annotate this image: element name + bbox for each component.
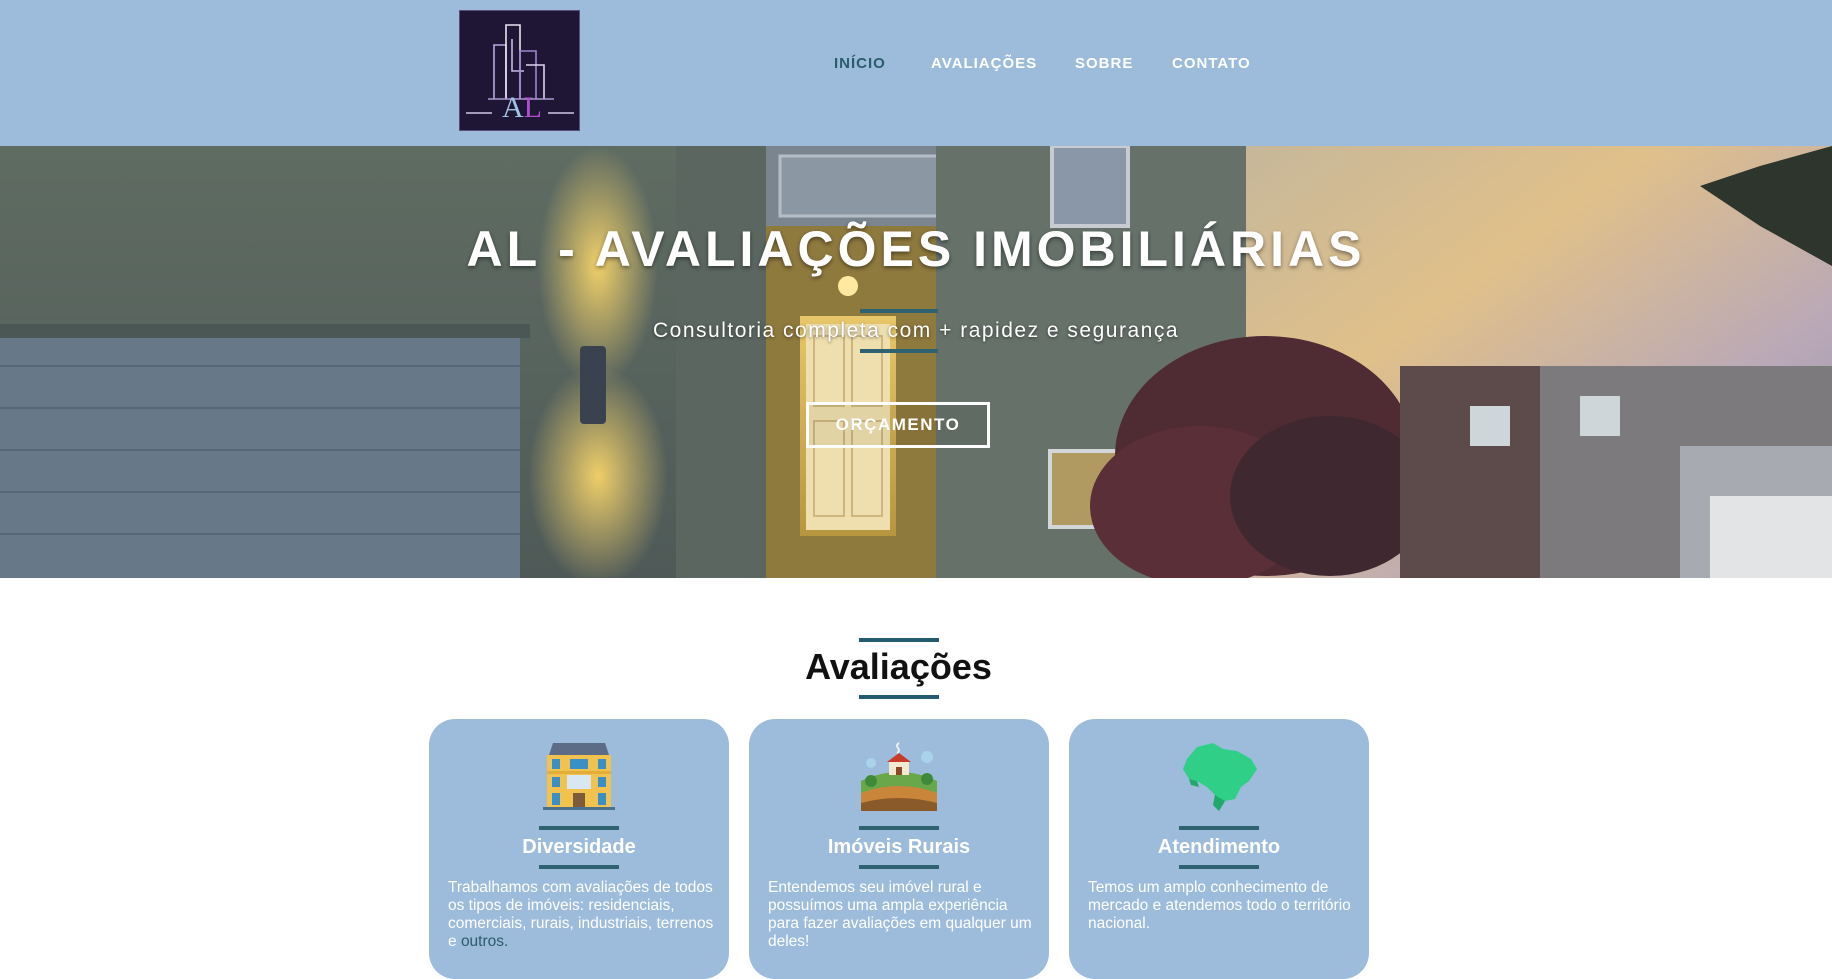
- building-icon: [543, 743, 615, 810]
- hero-title: AL - AVALIAÇÕES IMOBILIÁRIAS: [466, 221, 1366, 277]
- card-divider-bottom: [859, 865, 939, 869]
- house-photo-background: [0, 146, 1832, 578]
- card-imoveis-rurais: Imóveis Rurais Entendemos seu imóvel rur…: [749, 719, 1049, 979]
- logo-text: AL: [502, 91, 542, 124]
- nav-item-inicio[interactable]: INÍCIO: [834, 55, 886, 72]
- card-diversidade: Diversidade Trabalhamos com avaliações d…: [429, 719, 729, 979]
- card-title: Diversidade: [522, 836, 636, 858]
- hero-divider-bottom: [860, 349, 938, 353]
- quote-button[interactable]: ORÇAMENTO: [806, 402, 990, 448]
- card-text: Trabalhamos com avaliações de todos os t…: [448, 879, 714, 950]
- card-divider-bottom: [539, 865, 619, 869]
- section-divider-top: [859, 638, 939, 642]
- hero-subtitle: Consultoria completa com + rapidez e seg…: [653, 319, 1179, 342]
- card-divider-top: [539, 826, 619, 830]
- card-divider-bottom: [1179, 865, 1259, 869]
- card-title: Atendimento: [1157, 836, 1281, 858]
- main-nav: INÍCIO AVALIAÇÕES SOBRE CONTATO: [0, 55, 1832, 79]
- card-text: Temos um amplo conhecimento de mercado e…: [1088, 879, 1351, 932]
- card-title: Imóveis Rurais: [827, 836, 971, 858]
- card-text: Entendemos seu imóvel rural e possuímos …: [768, 879, 1032, 950]
- hero-banner: AL - AVALIAÇÕES IMOBILIÁRIAS Consultoria…: [0, 146, 1832, 578]
- hero-divider-top: [860, 309, 938, 313]
- nav-item-avaliacoes[interactable]: AVALIAÇÕES: [931, 55, 1037, 72]
- section-divider-bottom: [859, 695, 939, 699]
- section-title: Avaliações: [805, 646, 992, 687]
- card-divider-top: [1179, 826, 1259, 830]
- farm-house-icon: [861, 742, 937, 811]
- card-text-link[interactable]: outros.: [461, 933, 508, 950]
- card-divider-top: [859, 826, 939, 830]
- nav-item-sobre[interactable]: SOBRE: [1075, 55, 1133, 72]
- brazil-map-icon: [1183, 743, 1257, 811]
- card-atendimento: Atendimento Temos um amplo conhecimento …: [1069, 719, 1369, 979]
- site-header: AL INÍCIO AVALIAÇÕES SOBRE CONTATO: [0, 0, 1832, 146]
- nav-item-contato[interactable]: CONTATO: [1172, 55, 1251, 72]
